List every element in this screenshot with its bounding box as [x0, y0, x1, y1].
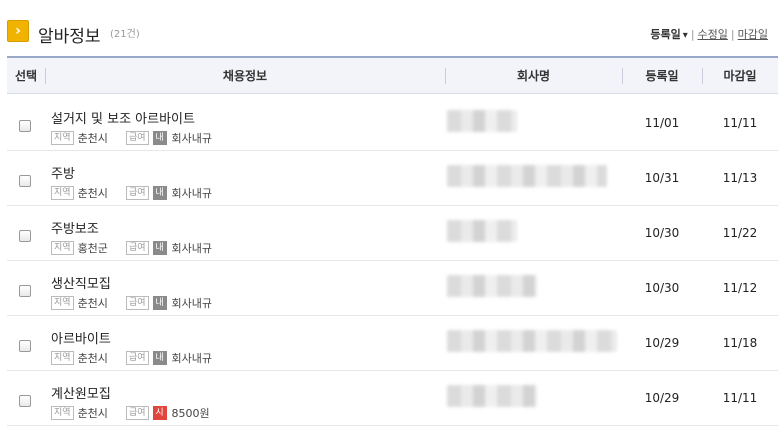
deadline-date: 11/11: [722, 116, 758, 130]
region-value: 춘천시: [77, 297, 108, 310]
region-value: 춘천시: [77, 132, 108, 145]
row-checkbox[interactable]: [19, 120, 31, 132]
table-row[interactable]: 설거지 및 보조 아르바이트지역 춘천시 급여 내 회사내규 11/01 11/11: [7, 96, 778, 151]
company-name-blurred[interactable]: [447, 165, 607, 187]
pay-tag: 급여: [125, 406, 149, 420]
pay-value: 회사내규: [171, 352, 212, 365]
page-title: 알바정보: [38, 27, 101, 47]
region-tag: 지역: [51, 131, 74, 145]
deadline-date: 11/22: [722, 226, 758, 240]
pay-tag: 급여: [125, 131, 149, 145]
deadline-date: 11/11: [722, 391, 758, 405]
row-checkbox[interactable]: [19, 230, 31, 242]
job-title-link[interactable]: 주방보조: [51, 218, 99, 237]
pay-type-badge: 내: [152, 186, 167, 200]
job-title-link[interactable]: 주방: [51, 163, 75, 182]
table-row[interactable]: 주방보조지역 홍천군 급여 내 회사내규 10/30 11/22: [7, 206, 778, 261]
region-value: 춘천시: [77, 352, 108, 365]
list-header: › 알바정보 (21건) 등록일 ▾ | 수정일 | 마감일: [0, 0, 780, 52]
pay-value: 회사내규: [171, 132, 212, 145]
sort-reg-date[interactable]: 등록일: [650, 28, 680, 41]
sort-modified-date[interactable]: 수정일: [698, 28, 728, 41]
job-meta: 지역 춘천시 급여 내 회사내규: [51, 350, 212, 366]
chevron-down-icon[interactable]: ▾: [683, 30, 688, 41]
region-value: 춘천시: [77, 407, 108, 420]
job-meta: 지역 홍천군 급여 내 회사내규: [51, 240, 212, 256]
pay-value: 회사내규: [171, 297, 212, 310]
pay-value: 8500원: [171, 407, 210, 420]
pay-type-badge: 내: [152, 351, 167, 365]
company-name-blurred[interactable]: [447, 275, 537, 297]
pay-type-badge: 시: [152, 406, 167, 420]
col-deadline: 마감일: [723, 69, 757, 83]
chevron-right-icon: ›: [7, 20, 29, 42]
sort-deadline[interactable]: 마감일: [738, 28, 768, 41]
region-tag: 지역: [51, 351, 74, 365]
pay-value: 회사내규: [171, 242, 212, 255]
company-name-blurred[interactable]: [447, 385, 537, 407]
reg-date: 10/30: [644, 226, 680, 240]
reg-date: 10/30: [644, 281, 680, 295]
pay-type-badge: 내: [152, 241, 167, 255]
divider: |: [730, 28, 735, 41]
job-meta: 지역 춘천시 급여 시 8500원: [51, 405, 210, 421]
pay-tag: 급여: [125, 296, 149, 310]
region-value: 홍천군: [77, 242, 108, 255]
region-tag: 지역: [51, 241, 74, 255]
job-meta: 지역 춘천시 급여 내 회사내규: [51, 295, 212, 311]
sort-options: 등록일 ▾ | 수정일 | 마감일: [650, 26, 768, 42]
table-row[interactable]: 주방지역 춘천시 급여 내 회사내규 10/31 11/13: [7, 151, 778, 206]
row-checkbox[interactable]: [19, 285, 31, 297]
job-title-link[interactable]: 계산원모집: [51, 383, 111, 402]
pay-tag: 급여: [125, 186, 149, 200]
region-tag: 지역: [51, 406, 74, 420]
row-checkbox[interactable]: [19, 175, 31, 187]
pay-value: 회사내규: [171, 187, 212, 200]
company-name-blurred[interactable]: [447, 330, 617, 352]
reg-date: 10/31: [644, 171, 680, 185]
deadline-date: 11/13: [722, 171, 758, 185]
col-company: 회사명: [516, 69, 551, 83]
col-select: 선택: [14, 69, 38, 83]
table-row[interactable]: 계산원모집지역 춘천시 급여 시 8500원 10/29 11/11: [7, 371, 778, 426]
company-name-blurred[interactable]: [447, 110, 517, 132]
pay-type-badge: 내: [152, 131, 167, 145]
divider: |: [690, 28, 695, 41]
result-count: (21건): [110, 29, 140, 40]
job-meta: 지역 춘천시 급여 내 회사내규: [51, 185, 212, 201]
reg-date: 10/29: [644, 336, 680, 350]
table-row[interactable]: 생산직모집지역 춘천시 급여 내 회사내규 10/30 11/12: [7, 261, 778, 316]
company-name-blurred[interactable]: [447, 220, 517, 242]
table-row[interactable]: 아르바이트지역 춘천시 급여 내 회사내규 10/29 11/18: [7, 316, 778, 371]
table-header: 선택 채용정보 회사명 등록일 마감일: [7, 56, 778, 94]
reg-date: 10/29: [644, 391, 680, 405]
pay-tag: 급여: [125, 241, 149, 255]
job-title-link[interactable]: 생산직모집: [51, 273, 111, 292]
col-reg-date: 등록일: [645, 69, 679, 83]
region-tag: 지역: [51, 186, 74, 200]
row-checkbox[interactable]: [19, 340, 31, 352]
col-job: 채용정보: [222, 69, 268, 83]
reg-date: 11/01: [644, 116, 680, 130]
pay-tag: 급여: [125, 351, 149, 365]
region-value: 춘천시: [77, 187, 108, 200]
row-checkbox[interactable]: [19, 395, 31, 407]
region-tag: 지역: [51, 296, 74, 310]
job-title-link[interactable]: 설거지 및 보조 아르바이트: [51, 108, 195, 127]
job-meta: 지역 춘천시 급여 내 회사내규: [51, 130, 212, 146]
deadline-date: 11/18: [722, 336, 758, 350]
job-title-link[interactable]: 아르바이트: [51, 328, 111, 347]
pay-type-badge: 내: [152, 296, 167, 310]
deadline-date: 11/12: [722, 281, 758, 295]
